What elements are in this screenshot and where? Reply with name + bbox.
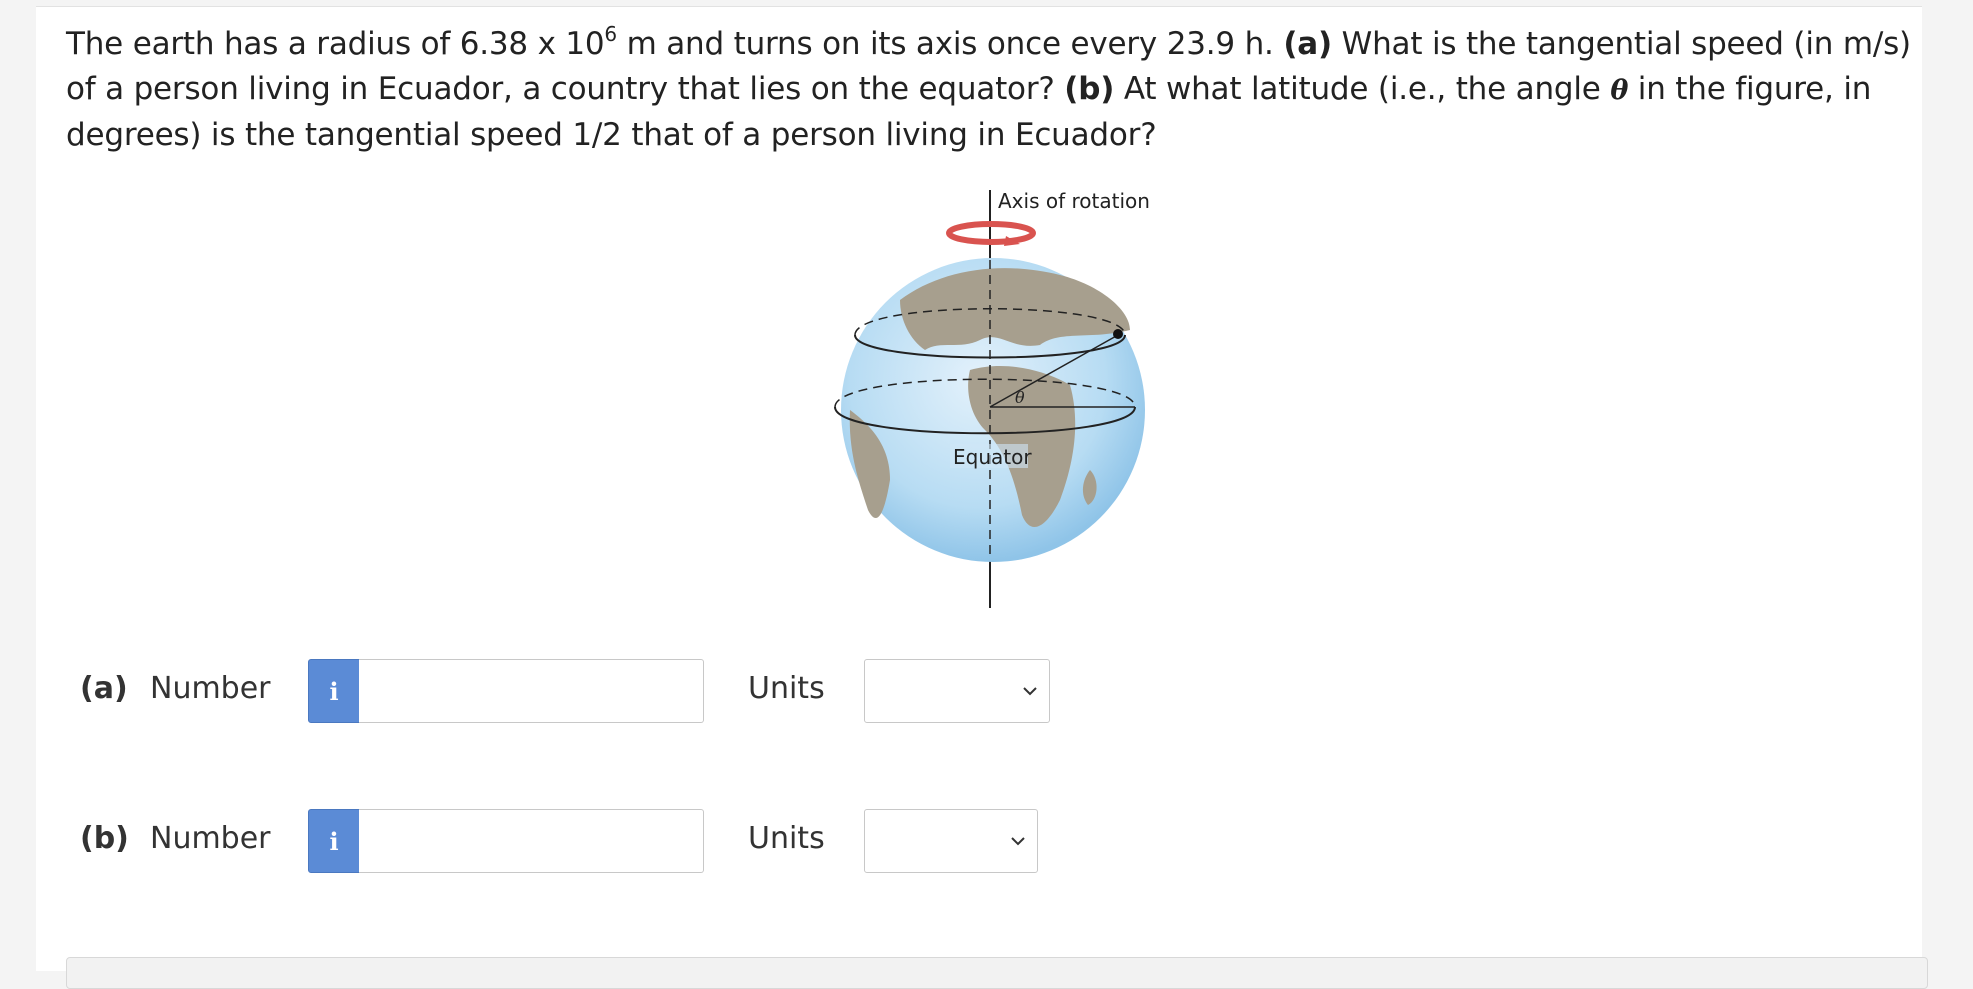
number-label: Number [150,821,271,856]
part-b-tag: (b) [1064,71,1115,107]
part-a-tag: (a) [1283,26,1332,62]
number-label: Number [150,671,271,706]
units-label: Units [748,671,825,706]
person-marker [1113,329,1123,339]
part-label: (b) [80,821,129,856]
part-label: (a) [80,671,128,706]
axis-of-rotation-label: Axis of rotation [998,189,1150,213]
theta-label: θ [1015,388,1025,407]
theta-symbol: θ [1610,75,1629,106]
number-input-a[interactable] [359,659,704,723]
bottom-panel [66,957,1928,989]
chevron-down-icon [1011,837,1025,846]
earth-figure: θ Axis of rotation Equator [830,180,1160,615]
chevron-down-icon [1023,687,1037,696]
answer-row-b: (b) Number i Units [80,809,1060,875]
units-select-b[interactable] [864,809,1038,873]
question-text: The earth has a radius of 6.38 x 106 m a… [66,22,1911,153]
info-icon[interactable]: i [308,809,360,873]
number-input-b[interactable] [359,809,704,873]
units-select-a[interactable] [864,659,1050,723]
equator-label: Equator [953,445,1032,469]
earth-diagram: θ Axis of rotation Equator [834,189,1150,608]
answer-row-a: (a) Number i Units [80,659,1060,725]
units-label: Units [748,821,825,856]
info-icon[interactable]: i [308,659,360,723]
